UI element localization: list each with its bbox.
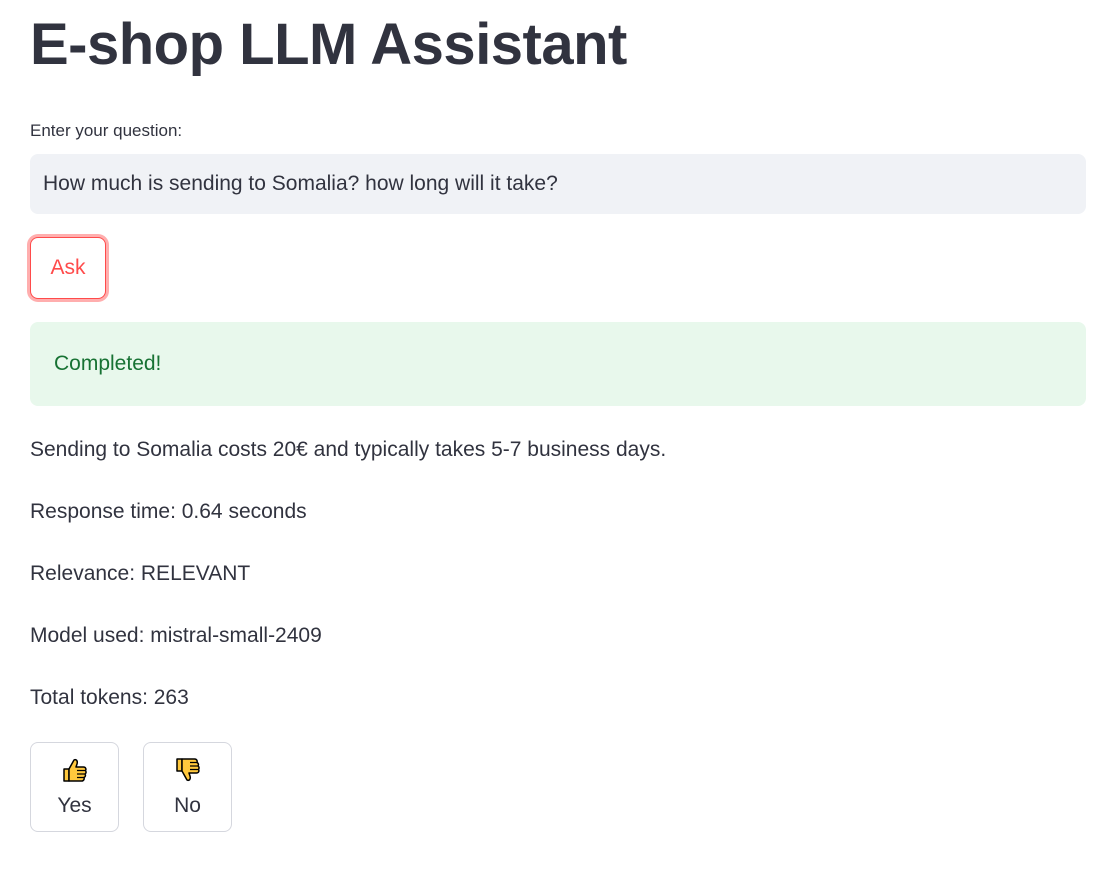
relevance-text: Relevance: RELEVANT [30,562,251,585]
page-title: E-shop LLM Assistant [30,12,627,77]
answer-text: Sending to Somalia costs 20€ and typical… [30,438,667,461]
model-used-text: Model used: mistral-small-2409 [30,624,322,647]
response-time-text: Response time: 0.64 seconds [30,500,307,523]
question-label: Enter your question: [30,121,183,140]
thumbs-up-icon [62,758,87,782]
yes-button[interactable]: Yes [30,742,119,832]
no-label: No [174,794,201,817]
feedback-buttons: Yes No [30,742,1086,832]
status-message: Completed! [54,352,162,375]
success-alert: Completed! [30,322,1086,406]
ask-button[interactable]: Ask [30,237,106,299]
question-input[interactable] [30,154,1086,214]
thumbs-down-icon [175,758,200,782]
main-container: E-shop LLM Assistant Enter your question… [30,0,1086,832]
no-button[interactable]: No [143,742,232,832]
yes-label: Yes [57,794,92,817]
total-tokens-text: Total tokens: 263 [30,686,189,709]
